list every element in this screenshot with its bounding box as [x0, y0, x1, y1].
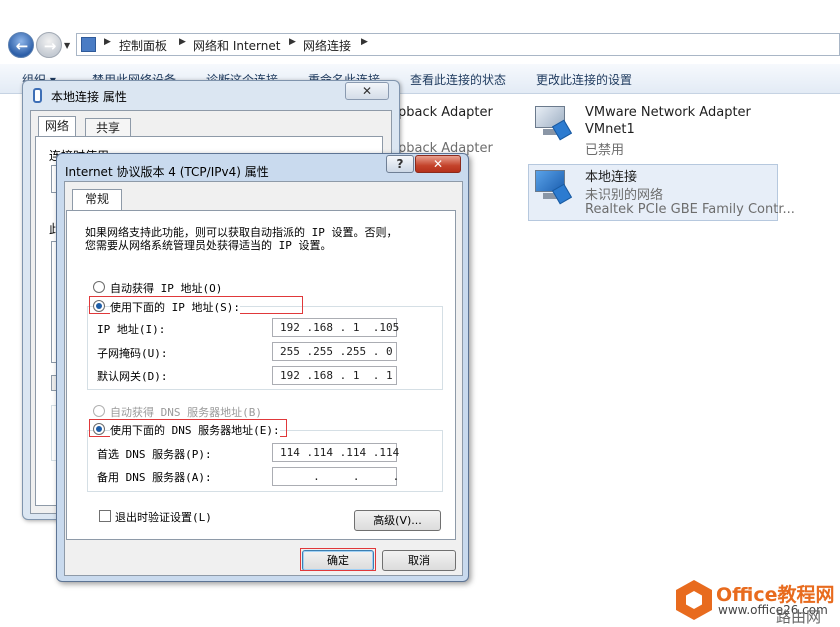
dialog-title: Internet 协议版本 4 (TCP/IPv4) 属性: [65, 165, 269, 179]
loopback-adapter-label[interactable]: pback Adapter: [398, 105, 493, 120]
tab-general[interactable]: 常规: [72, 189, 122, 211]
alternate-dns-label: 备用 DNS 服务器(A):: [97, 471, 212, 484]
manual-dns-label[interactable]: 使用下面的 DNS 服务器地址(E):: [110, 422, 280, 438]
gateway-label: 默认网关(D):: [97, 370, 168, 383]
adapter-device: Realtek PCIe GBE Family Contr...: [585, 202, 795, 217]
chevron-right-icon[interactable]: ▶: [179, 37, 186, 47]
address-bar[interactable]: ▶ 控制面板 ▶ 网络和 Internet ▶ 网络连接 ▶: [76, 33, 840, 56]
breadcrumb-network-connections[interactable]: 网络连接: [303, 37, 351, 54]
explorer-header: ← → ▼ ▶ 控制面板 ▶ 网络和 Internet ▶ 网络连接 ▶: [0, 0, 840, 64]
auto-dns-label[interactable]: 自动获得 DNS 服务器地址(B): [110, 404, 262, 420]
close-button[interactable]: ✕: [345, 82, 389, 100]
chevron-right-icon[interactable]: ▶: [361, 37, 368, 47]
breadcrumb-control-panel[interactable]: 控制面板: [119, 37, 167, 54]
control-panel-icon: [81, 37, 96, 52]
gateway-field[interactable]: 192 .168 . 1 . 1: [272, 366, 397, 385]
office-logo-icon: [676, 580, 712, 620]
subnet-mask-field[interactable]: 255 .255 .255 . 0: [272, 342, 397, 361]
ipv4-properties-dialog: Internet 协议版本 4 (TCP/IPv4) 属性 ? ✕ 常规 如果网…: [56, 153, 469, 582]
network-adapter-icon: [533, 104, 573, 141]
network-plug-icon: [33, 88, 42, 103]
adapter-name: VMware Network Adapter: [585, 105, 751, 120]
watermark-corner: 路由网: [776, 608, 822, 626]
manual-dns-radio[interactable]: [93, 423, 105, 435]
chevron-right-icon[interactable]: ▶: [289, 37, 296, 47]
help-button[interactable]: ?: [386, 155, 414, 173]
manual-ip-label[interactable]: 使用下面的 IP 地址(S):: [110, 299, 240, 315]
validate-checkbox[interactable]: [99, 510, 111, 522]
ip-address-label: IP 地址(I):: [97, 323, 166, 336]
advanced-button[interactable]: 高级(V)...: [354, 510, 441, 531]
preferred-dns-field[interactable]: 114 .114 .114 .114: [272, 443, 399, 462]
forward-button[interactable]: →: [36, 32, 62, 58]
adapter-subname: VMnet1: [585, 122, 635, 137]
auto-ip-radio[interactable]: [93, 281, 105, 293]
alternate-dns-field[interactable]: . . .: [272, 467, 399, 486]
adapter-status: 已禁用: [585, 143, 625, 158]
help-icon: ?: [396, 157, 404, 171]
ip-address-field[interactable]: 192 .168 . 1 .105: [272, 318, 399, 337]
network-adapter-icon: [533, 168, 573, 205]
close-icon: ✕: [432, 157, 444, 171]
subnet-mask-label: 子网掩码(U):: [97, 347, 168, 360]
close-icon: ✕: [361, 84, 373, 98]
breadcrumb-network-internet[interactable]: 网络和 Internet: [193, 37, 280, 54]
description-text: 您需要从网络系统管理员处获得适当的 IP 设置。: [85, 239, 332, 252]
view-status-button[interactable]: 查看此连接的状态: [410, 71, 506, 88]
ok-highlight-box: [300, 548, 376, 571]
history-dropdown-icon[interactable]: ▼: [64, 41, 70, 50]
forward-arrow-icon: →: [43, 37, 57, 55]
dialog-title: 本地连接 属性: [51, 90, 127, 104]
adapter-name: 本地连接: [585, 170, 638, 185]
cancel-button[interactable]: 取消: [382, 550, 456, 571]
change-settings-button[interactable]: 更改此连接的设置: [536, 71, 632, 88]
chevron-right-icon[interactable]: ▶: [104, 37, 111, 47]
back-arrow-icon: ←: [15, 37, 29, 55]
adapter-status: 未识别的网络: [585, 188, 664, 203]
preferred-dns-label: 首选 DNS 服务器(P):: [97, 448, 212, 461]
back-button[interactable]: ←: [8, 32, 34, 58]
tab-sharing[interactable]: 共享: [85, 118, 131, 138]
tab-network[interactable]: 网络: [38, 116, 76, 138]
auto-dns-radio[interactable]: [93, 405, 105, 417]
validate-label[interactable]: 退出时验证设置(L): [115, 509, 212, 525]
manual-ip-radio[interactable]: [93, 300, 105, 312]
auto-ip-label[interactable]: 自动获得 IP 地址(O): [110, 280, 222, 296]
close-button[interactable]: ✕: [415, 155, 461, 173]
